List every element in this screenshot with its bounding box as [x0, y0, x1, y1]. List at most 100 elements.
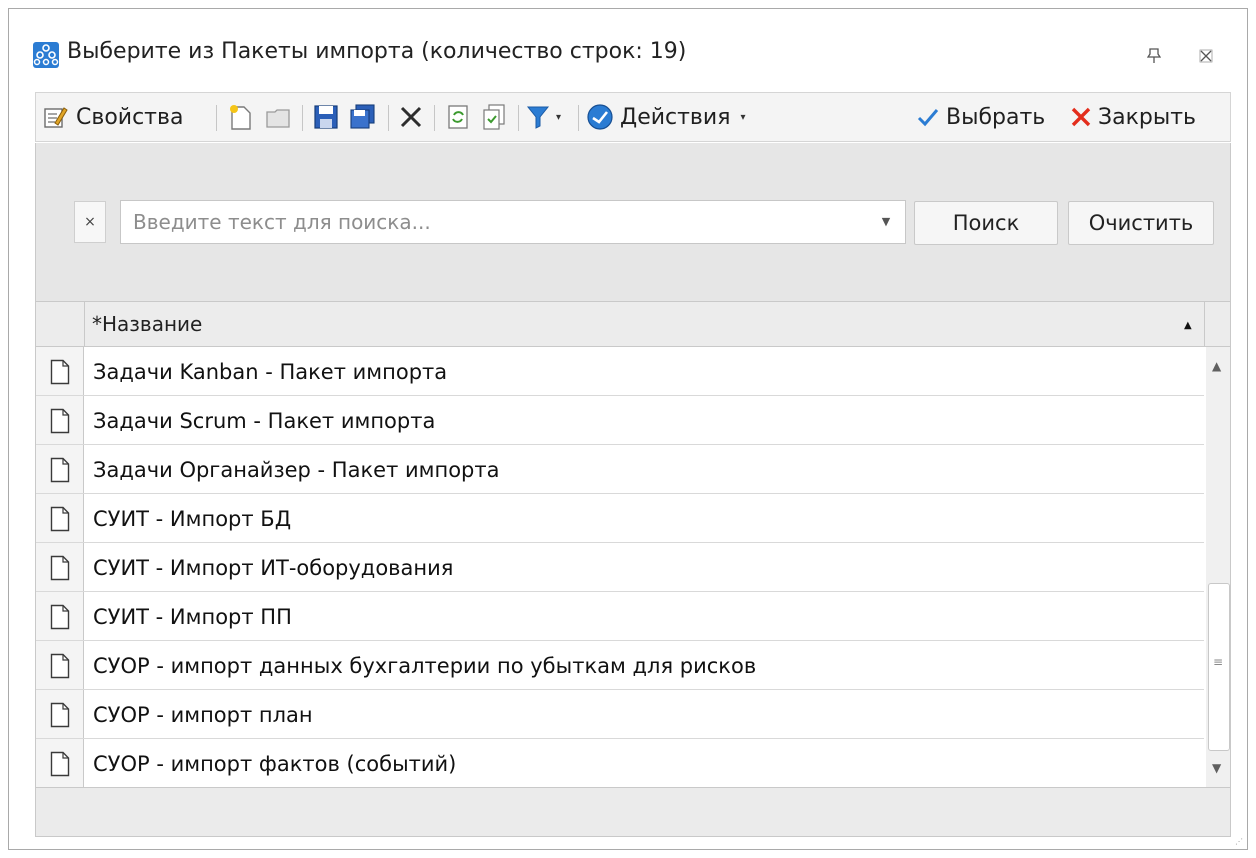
- clear-button[interactable]: Очистить: [1068, 201, 1214, 245]
- chevron-down-icon: ▾: [556, 111, 562, 123]
- edit-properties-icon: [44, 107, 68, 128]
- save-all-icon: [350, 104, 375, 129]
- refresh-icon: [448, 105, 468, 129]
- grid-footer: [35, 787, 1231, 837]
- toolbar-separator: [434, 105, 435, 131]
- row-name-cell: СУИТ - Импорт ИТ-оборудования: [93, 556, 454, 580]
- row-indicator: [36, 347, 84, 395]
- row-indicator: [36, 543, 84, 591]
- open-folder-button[interactable]: [264, 102, 292, 132]
- row-name-cell: СУОР - импорт план: [93, 703, 313, 727]
- toolbar-separator: [388, 105, 389, 131]
- resize-grip-icon[interactable]: ⋰: [1235, 837, 1245, 847]
- copy-icon: [483, 104, 505, 130]
- row-name-cell: Задачи Kanban - Пакет импорта: [93, 360, 448, 384]
- window-close-button[interactable]: [1195, 45, 1217, 67]
- row-name-cell: Задачи Scrum - Пакет импорта: [93, 409, 436, 433]
- toolbar-separator: [216, 105, 217, 131]
- filter-button[interactable]: ▾: [526, 102, 561, 132]
- table-row[interactable]: СУИТ - Импорт ПП: [36, 592, 1204, 641]
- new-document-icon: [230, 105, 251, 130]
- table-row[interactable]: СУОР - импорт данных бухгалтерии по убыт…: [36, 641, 1204, 690]
- row-indicator: [36, 494, 84, 542]
- document-icon: [50, 506, 70, 532]
- sort-ascending-icon: ▲: [1184, 320, 1192, 331]
- row-indicator: [36, 445, 84, 493]
- table-row[interactable]: СУОР - импорт фактов (событий): [36, 739, 1204, 787]
- row-indicator: [36, 690, 84, 738]
- clear-x-button[interactable]: ×: [74, 201, 106, 243]
- actions-globe-icon: [587, 104, 613, 130]
- folder-icon: [266, 109, 290, 128]
- row-name-cell: СУОР - импорт фактов (событий): [93, 752, 457, 776]
- title-bar: Выберите из Пакеты импорта (количество с…: [9, 9, 1247, 91]
- pin-button[interactable]: [1143, 45, 1165, 67]
- table-row[interactable]: Задачи Органайзер - Пакет импорта: [36, 445, 1204, 494]
- column-header-name[interactable]: *Название: [92, 312, 202, 336]
- delete-icon: [400, 106, 422, 128]
- close-label: Закрыть: [1098, 104, 1196, 130]
- grid-rows: Задачи Kanban - Пакет импорта Задачи Scr…: [36, 347, 1204, 787]
- document-icon: [50, 604, 70, 630]
- save-icon: [314, 105, 338, 129]
- save-all-button[interactable]: [348, 102, 378, 132]
- table-row[interactable]: СУИТ - Импорт БД: [36, 494, 1204, 543]
- data-grid: *Название ▲ Задачи Kanban - Пакет импорт…: [35, 301, 1231, 787]
- toolbar-separator: [578, 105, 579, 131]
- select-label: Выбрать: [946, 104, 1046, 130]
- document-icon: [50, 702, 70, 728]
- search-button[interactable]: Поиск: [914, 201, 1058, 245]
- document-icon: [50, 408, 70, 434]
- table-row[interactable]: СУИТ - Импорт ИТ-оборудования: [36, 543, 1204, 592]
- refresh-button[interactable]: [444, 102, 472, 132]
- row-name-cell: СУИТ - Импорт ПП: [93, 605, 292, 629]
- table-row[interactable]: Задачи Kanban - Пакет импорта: [36, 347, 1204, 396]
- window-title: Выберите из Пакеты импорта (количество с…: [67, 39, 687, 64]
- actions-menu-button[interactable]: Действия ▾: [586, 102, 745, 132]
- filter-icon: [526, 106, 550, 129]
- header-divider: [1204, 302, 1205, 346]
- row-name-cell: Задачи Органайзер - Пакет импорта: [93, 458, 500, 482]
- red-x-icon: [1071, 107, 1091, 127]
- grid-header: *Название ▲: [36, 301, 1230, 347]
- delete-button[interactable]: [398, 102, 424, 132]
- toolbar-separator: [518, 105, 519, 131]
- toolbar-separator: [302, 105, 303, 131]
- app-logo-icon: [33, 42, 59, 68]
- chevron-down-icon: ▾: [740, 111, 746, 123]
- row-indicator-header: [36, 302, 85, 346]
- search-input[interactable]: [120, 200, 906, 244]
- close-dialog-button[interactable]: Закрыть: [1070, 102, 1196, 132]
- chevron-down-icon: ▼: [881, 215, 891, 228]
- row-name-cell: СУИТ - Импорт БД: [93, 507, 292, 531]
- document-icon: [50, 653, 70, 679]
- toolbar: Свойства ▾ Действия ▾ Выбрать Закрыть: [35, 92, 1231, 142]
- search-panel: × ▼ Поиск Очистить: [35, 143, 1231, 301]
- scroll-down-arrow-icon[interactable]: ▼: [1212, 761, 1221, 775]
- document-icon: [50, 751, 70, 777]
- document-icon: [50, 555, 70, 581]
- select-button[interactable]: Выбрать: [916, 102, 1045, 132]
- row-name-cell: СУОР - импорт данных бухгалтерии по убыт…: [93, 654, 757, 678]
- row-indicator: [36, 739, 84, 787]
- search-dropdown-button[interactable]: ▼: [868, 201, 904, 243]
- row-indicator: [36, 592, 84, 640]
- vertical-scrollbar[interactable]: ▲ ≡ ▼: [1206, 347, 1230, 787]
- scrollbar-thumb[interactable]: ≡: [1208, 583, 1230, 751]
- save-button[interactable]: [312, 102, 340, 132]
- actions-label: Действия: [620, 104, 731, 130]
- grip-icon: ≡: [1213, 655, 1224, 669]
- pin-icon: [1146, 48, 1162, 63]
- document-icon: [50, 359, 70, 385]
- scroll-up-arrow-icon[interactable]: ▲: [1212, 359, 1221, 373]
- properties-button[interactable]: Свойства: [42, 102, 183, 132]
- new-button[interactable]: [226, 102, 254, 132]
- table-row[interactable]: Задачи Scrum - Пакет импорта: [36, 396, 1204, 445]
- copy-button[interactable]: [480, 102, 508, 132]
- close-icon: [1199, 49, 1213, 63]
- table-row[interactable]: СУОР - импорт план: [36, 690, 1204, 739]
- dialog-window: Выберите из Пакеты импорта (количество с…: [8, 8, 1248, 850]
- document-icon: [50, 457, 70, 483]
- row-indicator: [36, 396, 84, 444]
- properties-label: Свойства: [76, 104, 184, 130]
